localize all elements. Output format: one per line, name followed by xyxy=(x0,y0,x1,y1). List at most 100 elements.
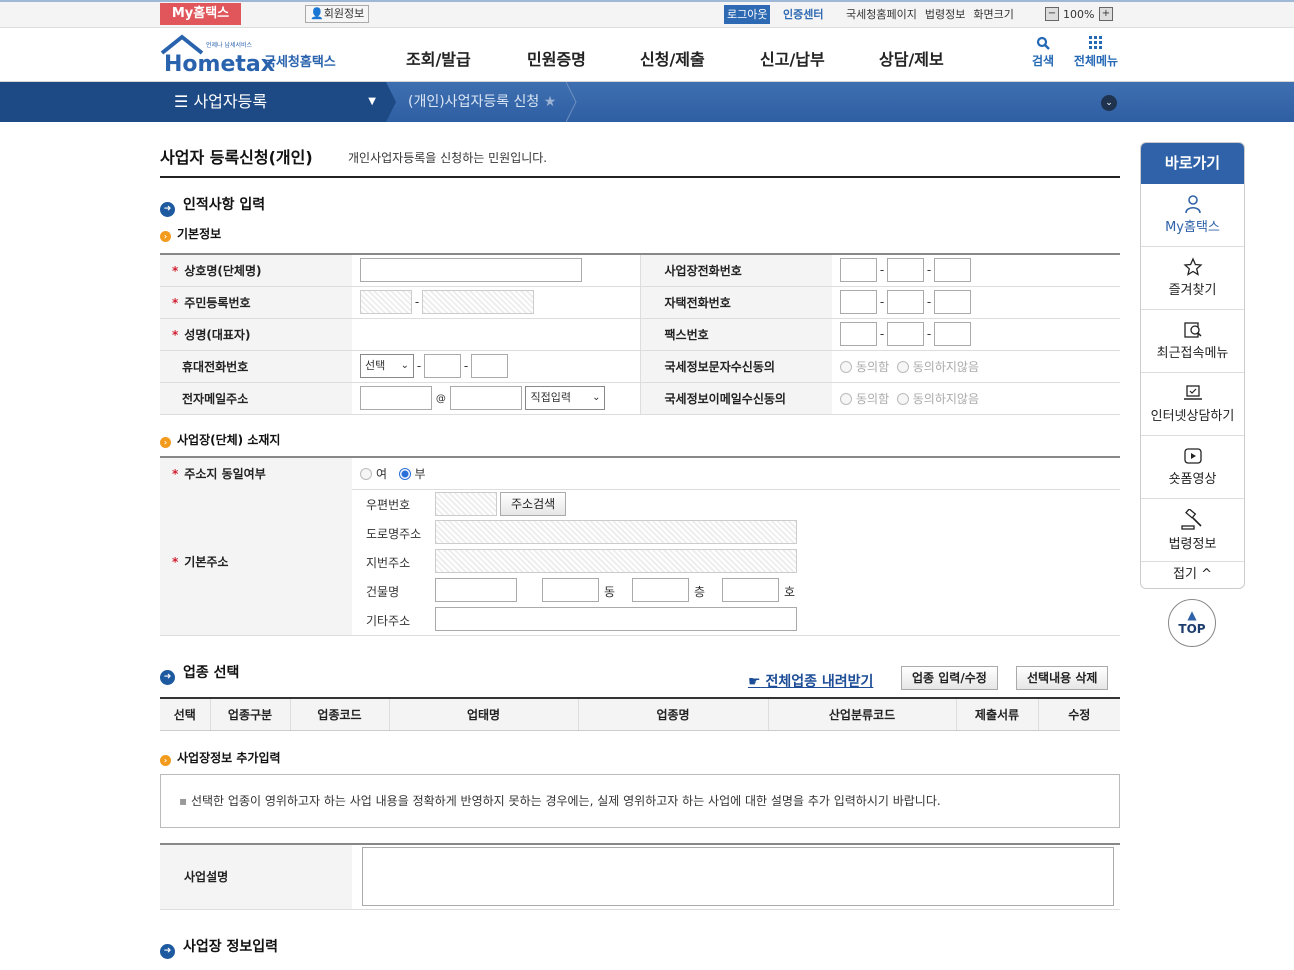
address-same-yes-radio[interactable] xyxy=(360,468,372,481)
search-icon xyxy=(1036,36,1050,50)
dong-input[interactable] xyxy=(542,578,599,602)
fax-3[interactable] xyxy=(934,322,971,346)
table-row: * 성명(대표자) 팩스번호 -- xyxy=(160,318,1120,351)
logout-button[interactable]: 로그아웃 xyxy=(724,5,771,24)
quick-my-hometax[interactable]: My홈택스 xyxy=(1141,184,1244,247)
cert-center-link[interactable]: 인증센터 xyxy=(783,5,823,24)
required-mark: * xyxy=(172,263,179,278)
floor-input[interactable] xyxy=(632,578,689,602)
nts-homepage-link[interactable]: 국세청홈페이지 xyxy=(846,8,917,21)
chevron-down-icon: ⌄ xyxy=(592,392,601,403)
law-info-link[interactable]: 법령정보 xyxy=(925,8,965,21)
home-phone-3[interactable] xyxy=(934,290,971,314)
hamburger-icon: ☰ xyxy=(174,92,189,111)
industry-edit-button[interactable]: 업종 입력/수정 xyxy=(901,666,998,690)
my-hometax-button[interactable]: My홈택스 xyxy=(160,3,241,25)
biz-phone-2[interactable] xyxy=(887,258,924,283)
gnb-tax-return[interactable]: 신고/납부 xyxy=(760,46,825,70)
sms-agree-radio[interactable] xyxy=(840,361,852,373)
delete-selection-button[interactable]: 선택내용 삭제 xyxy=(1016,666,1109,690)
etc-address-label: 기타주소 xyxy=(366,614,411,628)
col-industry-name: 업종명 xyxy=(578,698,769,731)
gnb-consult[interactable]: 상담/제보 xyxy=(879,46,944,70)
disagree-label: 동의하지않음 xyxy=(912,391,980,406)
gnb-inquiry[interactable]: 조회/발급 xyxy=(406,46,471,70)
building-input[interactable] xyxy=(435,578,517,602)
fax-2[interactable] xyxy=(887,322,924,346)
email-agree-radio[interactable] xyxy=(840,393,852,405)
quick-short-video[interactable]: 숏폼영상 xyxy=(1141,436,1244,499)
download-all-industries-link[interactable]: ☛ 전체업종 내려받기 xyxy=(748,671,873,691)
member-info-button[interactable]: 👤회원정보 xyxy=(305,5,370,23)
table-row: * 주소지 동일여부 여 부 xyxy=(160,457,1120,490)
star-icon[interactable]: ★ xyxy=(544,94,557,110)
quick-law-info[interactable]: 법령정보 xyxy=(1141,499,1244,562)
biz-phone-3[interactable] xyxy=(934,258,971,283)
required-mark: * xyxy=(172,466,179,481)
all-menu-button[interactable]: 전체메뉴 xyxy=(1066,36,1126,69)
col-business-type: 업태명 xyxy=(389,698,579,731)
subsection-title: 기본정보 xyxy=(177,227,222,241)
email-disagree-radio[interactable] xyxy=(896,393,909,405)
business-description-textarea[interactable] xyxy=(362,847,1114,906)
quick-item-label: My홈택스 xyxy=(1165,220,1220,235)
address-same-no-radio[interactable] xyxy=(398,468,411,481)
quick-item-label: 즐겨찾기 xyxy=(1168,283,1217,298)
table-row: * 상호명(단체명) 사업장전화번호 -- xyxy=(160,254,1120,287)
home-phone-label: 자택전화번호 xyxy=(639,286,832,319)
table-row: 휴대전화번호 선택 ⌄ - - 국세정보문자수신동의 동의함 동의하지않음 xyxy=(160,350,1120,383)
gnb-application[interactable]: 신청/제출 xyxy=(640,46,705,70)
chevron-down-icon: ⌄ xyxy=(400,360,409,371)
required-mark: * xyxy=(172,555,179,569)
expand-down-icon[interactable]: ⌄ xyxy=(1101,95,1117,111)
menu-dropdown[interactable]: ☰ 사업자등록 ▼ xyxy=(160,82,386,122)
fax-1[interactable] xyxy=(840,322,877,346)
star-icon xyxy=(1182,257,1203,276)
page-subtitle: 개인사업자등록을 신청하는 민원입니다. xyxy=(348,151,548,165)
required-mark: * xyxy=(172,327,179,342)
quick-online-consult[interactable]: 인터넷상담하기 xyxy=(1141,373,1244,436)
play-icon xyxy=(1183,448,1202,464)
top-label: TOP xyxy=(1178,622,1206,636)
name-label: * 성명(대표자) xyxy=(160,318,352,351)
quick-item-label: 인터넷상담하기 xyxy=(1150,409,1235,424)
scroll-top-button[interactable]: ▲ TOP xyxy=(1168,599,1216,647)
ho-input[interactable] xyxy=(722,578,779,602)
quick-favorites[interactable]: 즐겨찾기 xyxy=(1141,247,1244,310)
mobile-carrier-select[interactable]: 선택 ⌄ xyxy=(360,354,414,378)
email-id-input[interactable] xyxy=(360,386,432,410)
quick-fold-button[interactable]: 접기 ^ xyxy=(1141,562,1244,588)
home-phone-2[interactable] xyxy=(887,290,924,314)
mobile-2[interactable] xyxy=(424,354,461,378)
all-menu-label: 전체메뉴 xyxy=(1073,54,1119,68)
utility-links: 국세청홈페이지 법령정보 화면크기 xyxy=(846,5,1022,24)
quick-menu: 바로가기 My홈택스 즐겨찾기 최근접속메뉴 인터넷상담하기 숏폼영상 법령정보… xyxy=(1140,142,1245,589)
grid-icon xyxy=(1089,36,1102,49)
recent-search-icon xyxy=(1183,322,1202,338)
triangle-up-icon: ▲ xyxy=(1187,608,1197,622)
sms-disagree-radio[interactable] xyxy=(896,361,909,373)
address-search-button[interactable]: 주소검색 xyxy=(500,492,567,516)
name-value xyxy=(352,318,640,351)
email-domain-input[interactable] xyxy=(449,386,522,410)
search-label: 검색 xyxy=(1031,54,1055,68)
quick-item-label: 숏폼영상 xyxy=(1168,472,1217,487)
mobile-3[interactable] xyxy=(471,354,508,378)
agree-label: 동의함 xyxy=(856,391,890,406)
search-button[interactable]: 검색 xyxy=(1013,36,1073,69)
biz-phone-1[interactable] xyxy=(840,258,877,283)
zoom-out-button[interactable]: − xyxy=(1045,7,1059,21)
agree-label: 동의함 xyxy=(856,359,890,374)
gavel-icon xyxy=(1180,509,1202,530)
quick-recent-menu[interactable]: 최근접속메뉴 xyxy=(1141,310,1244,373)
home-phone-1[interactable] xyxy=(840,290,877,314)
notice-text: 선택한 업종이 영위하고자 하는 사업 내용을 정확하게 반영하지 못하는 경우… xyxy=(190,794,941,808)
email-domain-select[interactable]: 직접입력 ⌄ xyxy=(525,386,606,410)
gnb-certificate[interactable]: 민원증명 xyxy=(527,46,586,70)
zoom-in-button[interactable]: + xyxy=(1099,7,1113,21)
breadcrumb-end xyxy=(566,82,577,122)
etc-address-input[interactable] xyxy=(435,607,797,631)
company-name-input[interactable] xyxy=(360,258,582,283)
hometax-logo[interactable]: 언제나 납세서비스 Hometax 국세청홈택스 xyxy=(160,33,350,77)
bullet-icon: › xyxy=(160,231,171,242)
